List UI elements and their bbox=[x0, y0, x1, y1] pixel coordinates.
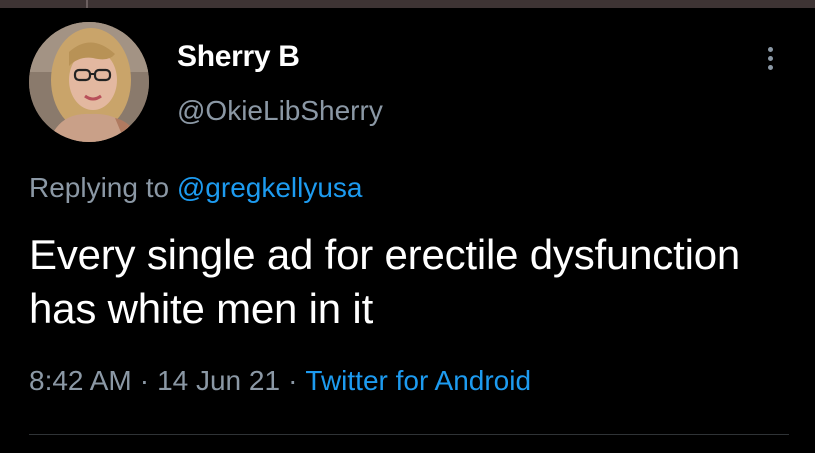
replying-to-line: Replying to @gregkellyusa bbox=[29, 172, 363, 204]
strip-tick bbox=[86, 0, 88, 8]
more-options-button[interactable] bbox=[758, 40, 782, 76]
meta-separator: · bbox=[139, 365, 150, 396]
user-handle[interactable]: @OkieLibSherry bbox=[177, 95, 383, 127]
tweet-date[interactable]: 14 Jun 21 bbox=[157, 365, 280, 396]
reply-mention-link[interactable]: @gregkellyusa bbox=[177, 172, 363, 203]
tweet-time[interactable]: 8:42 AM bbox=[29, 365, 132, 396]
more-vertical-icon-dot bbox=[767, 64, 773, 70]
more-vertical-icon-dot bbox=[767, 46, 773, 52]
avatar[interactable] bbox=[29, 22, 149, 142]
avatar-photo bbox=[29, 22, 149, 142]
more-vertical-icon-dot bbox=[767, 55, 773, 61]
tweet-meta: 8:42 AM · 14 Jun 21 · Twitter for Android bbox=[29, 365, 531, 397]
meta-separator: · bbox=[288, 365, 298, 396]
replying-prefix: Replying to bbox=[29, 172, 170, 203]
top-edge-strip bbox=[0, 0, 815, 8]
tweet-text: Every single ad for erectile dysfunction… bbox=[29, 231, 741, 332]
divider bbox=[29, 434, 789, 435]
tweet-source-link[interactable]: Twitter for Android bbox=[305, 365, 531, 396]
display-name[interactable]: Sherry B bbox=[177, 40, 300, 74]
